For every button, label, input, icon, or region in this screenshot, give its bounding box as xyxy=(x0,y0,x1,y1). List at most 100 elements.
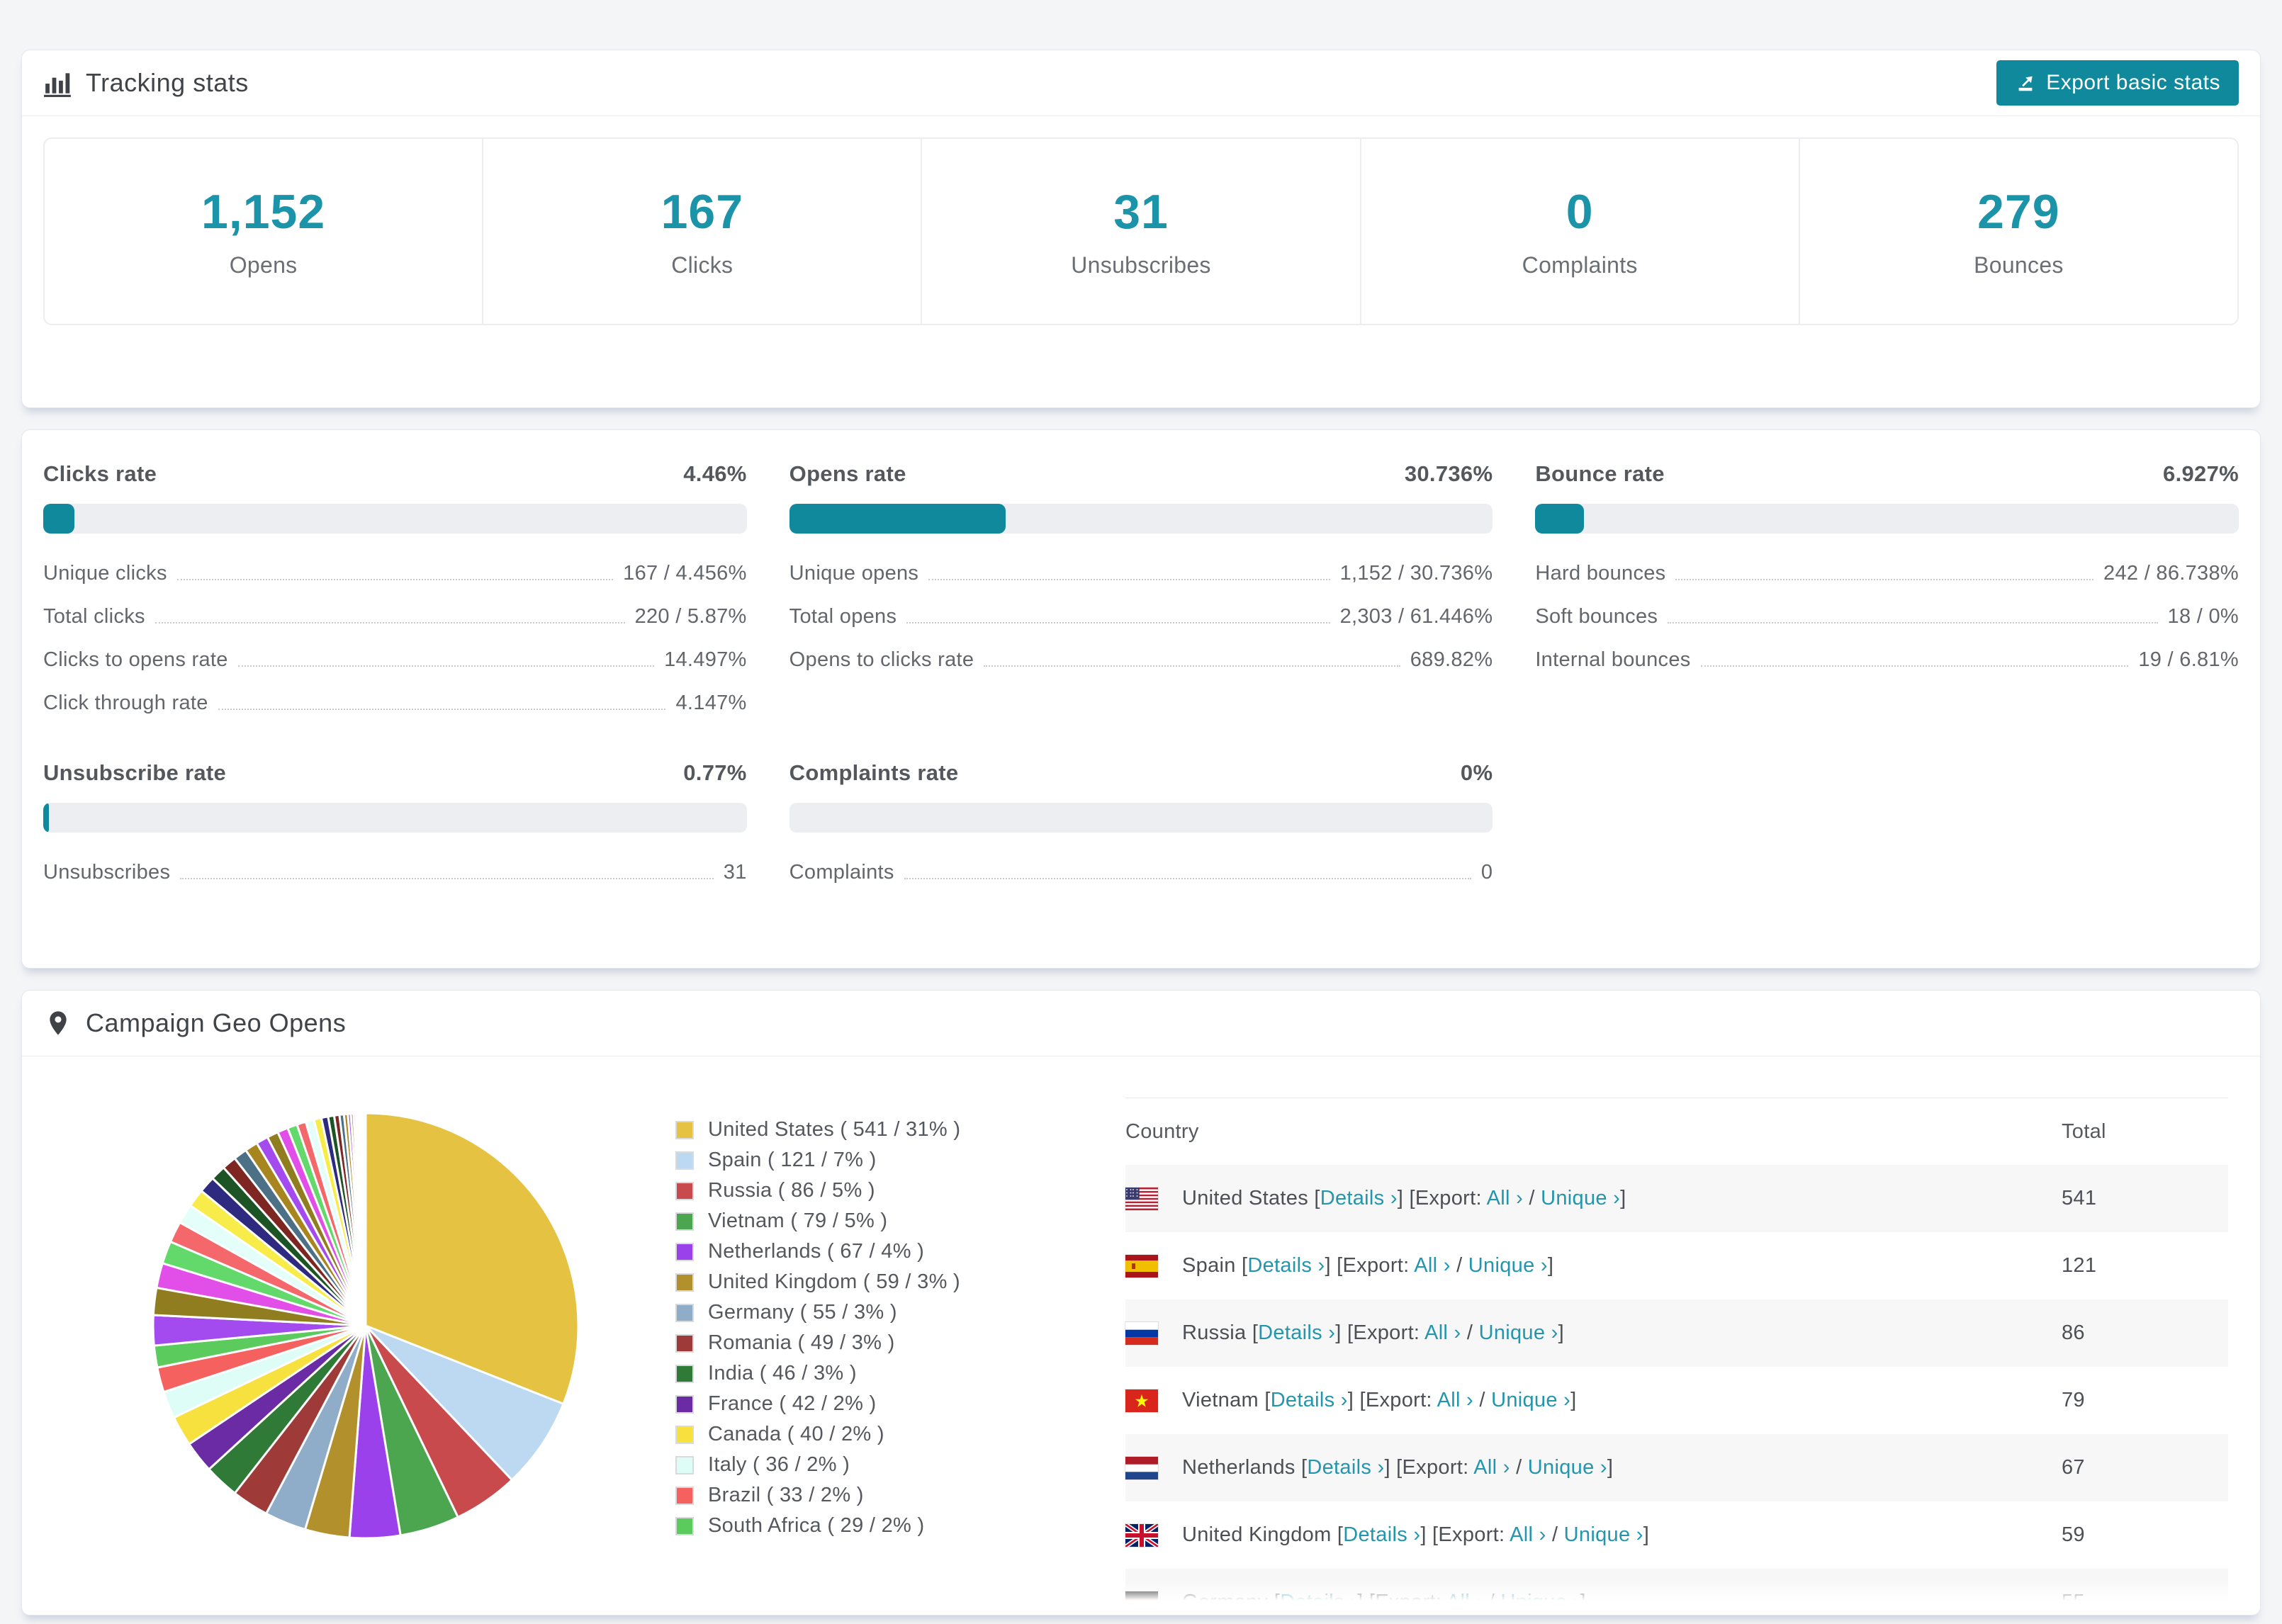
export-unique-link[interactable]: Unique › xyxy=(1479,1321,1558,1344)
map-pin-icon xyxy=(43,1008,73,1038)
table-row-ru: Russia [Details ›] [Export: All › / Uniq… xyxy=(1125,1299,2228,1367)
details-link[interactable]: Details › xyxy=(1343,1523,1420,1546)
column-header-country: Country xyxy=(1125,1120,1199,1143)
legend-label: Canada ( 40 / 2% ) xyxy=(708,1423,884,1445)
rate-row-label: Clicks to opens rate xyxy=(43,648,228,671)
legend-item-south-africa[interactable]: South Africa ( 29 / 2% ) xyxy=(675,1511,1072,1541)
stat-value: 0 xyxy=(1566,185,1594,239)
country-cell: Netherlands [Details ›] [Export: All › /… xyxy=(1125,1456,2062,1479)
legend-item-india[interactable]: India ( 46 / 3% ) xyxy=(675,1358,1072,1389)
legend-swatch xyxy=(675,1212,694,1231)
stat-value: 1,152 xyxy=(201,185,326,239)
rate-value: 0% xyxy=(1460,760,1493,785)
legend-item-russia[interactable]: Russia ( 86 / 5% ) xyxy=(675,1175,1072,1206)
details-link[interactable]: Details › xyxy=(1247,1254,1325,1277)
rate-row-label: Complaints xyxy=(789,861,894,884)
stat-label: Complaints xyxy=(1522,252,1638,278)
dotted-leader xyxy=(906,622,1330,624)
legend-swatch xyxy=(675,1364,694,1383)
legend-label: South Africa ( 29 / 2% ) xyxy=(708,1514,925,1537)
legend-label: Netherlands ( 67 / 4% ) xyxy=(708,1240,925,1263)
export-unique-link[interactable]: Unique › xyxy=(1528,1456,1607,1479)
export-all-link[interactable]: All › xyxy=(1487,1187,1523,1209)
rate-row-label: Unsubscribes xyxy=(43,861,171,884)
details-link[interactable]: Details › xyxy=(1307,1456,1384,1479)
rate-row-value: 220 / 5.87% xyxy=(634,605,747,628)
geo-opens-card: Campaign Geo Opens United States ( 541 /… xyxy=(21,990,2261,1615)
table-row-es: Spain [Details ›] [Export: All › / Uniqu… xyxy=(1125,1232,2228,1299)
export-unique-link[interactable]: Unique › xyxy=(1541,1187,1620,1209)
country-text: United States [Details ›] [Export: All ›… xyxy=(1182,1187,1626,1209)
export-unique-link[interactable]: Unique › xyxy=(1468,1254,1548,1277)
export-all-link[interactable]: All › xyxy=(1473,1456,1510,1479)
rate-title: Bounce rate xyxy=(1535,461,1665,486)
legend-item-france[interactable]: France ( 42 / 2% ) xyxy=(675,1389,1072,1419)
legend-label: Romania ( 49 / 3% ) xyxy=(708,1331,895,1354)
legend-label: United States ( 541 / 31% ) xyxy=(708,1118,961,1141)
rate-block-unsubscribe-rate: Unsubscribe rate 0.77% Unsubscribes 31 xyxy=(43,760,747,884)
geo-table-header: Country Total xyxy=(1125,1098,2228,1165)
export-all-link[interactable]: All › xyxy=(1510,1523,1546,1546)
legend-item-united-states[interactable]: United States ( 541 / 31% ) xyxy=(675,1115,1072,1145)
stat-label: Opens xyxy=(229,252,298,278)
rate-row-value: 689.82% xyxy=(1410,648,1493,671)
legend-label: France ( 42 / 2% ) xyxy=(708,1392,877,1415)
export-unique-link[interactable]: Unique › xyxy=(1500,1591,1580,1613)
legend-item-united-kingdom[interactable]: United Kingdom ( 59 / 3% ) xyxy=(675,1267,1072,1297)
flag-gb xyxy=(1125,1523,1158,1547)
legend-item-italy[interactable]: Italy ( 36 / 2% ) xyxy=(675,1450,1072,1480)
rate-row-label: Total clicks xyxy=(43,605,145,628)
legend-item-brazil[interactable]: Brazil ( 33 / 2% ) xyxy=(675,1480,1072,1511)
rate-block-bounce-rate: Bounce rate 6.927% Hard bounces 242 / 86.73… xyxy=(1535,461,2239,715)
country-name: United States xyxy=(1182,1187,1315,1209)
legend-item-netherlands[interactable]: Netherlands ( 67 / 4% ) xyxy=(675,1236,1072,1267)
export-basic-stats-button[interactable]: Export basic stats xyxy=(1996,60,2239,106)
progress-bar-track xyxy=(789,504,1493,534)
legend-swatch xyxy=(675,1516,694,1535)
export-all-link[interactable]: All › xyxy=(1437,1389,1473,1411)
legend-item-canada[interactable]: Canada ( 40 / 2% ) xyxy=(675,1419,1072,1450)
export-all-link[interactable]: All › xyxy=(1424,1321,1461,1344)
export-all-link[interactable]: All › xyxy=(1414,1254,1450,1277)
export-unique-link[interactable]: Unique › xyxy=(1564,1523,1643,1546)
rate-value: 4.46% xyxy=(683,461,747,486)
rate-head: Opens rate 30.736% xyxy=(789,461,1493,487)
rate-row: Unique clicks 167 / 4.456% xyxy=(43,562,747,585)
progress-bar-track xyxy=(789,803,1493,833)
country-name: Netherlands xyxy=(1182,1456,1302,1479)
summary-stat-bounces: 279 Bounces xyxy=(1800,139,2237,324)
legend-swatch xyxy=(675,1333,694,1353)
legend-item-romania[interactable]: Romania ( 49 / 3% ) xyxy=(675,1328,1072,1358)
legend-item-spain[interactable]: Spain ( 121 / 7% ) xyxy=(675,1145,1072,1175)
rate-rows: Complaints 0 xyxy=(789,861,1493,884)
rate-row-value: 1,152 / 30.736% xyxy=(1339,562,1493,585)
country-cell: Spain [Details ›] [Export: All › / Uniqu… xyxy=(1125,1254,2062,1278)
rate-row-label: Unique opens xyxy=(789,562,919,585)
country-text: Vietnam [Details ›] [Export: All › / Uni… xyxy=(1182,1389,1577,1411)
details-link[interactable]: Details › xyxy=(1280,1591,1357,1613)
rate-head: Complaints rate 0% xyxy=(789,760,1493,786)
details-link[interactable]: Details › xyxy=(1258,1321,1335,1344)
export-unique-link[interactable]: Unique › xyxy=(1491,1389,1570,1411)
rate-row-label: Unique clicks xyxy=(43,562,167,585)
export-all-link[interactable]: All › xyxy=(1446,1591,1483,1613)
rate-row-label: Internal bounces xyxy=(1535,648,1691,671)
legend-item-germany[interactable]: Germany ( 55 / 3% ) xyxy=(675,1297,1072,1328)
stat-label: Unsubscribes xyxy=(1071,252,1211,278)
details-link[interactable]: Details › xyxy=(1271,1389,1348,1411)
geo-pie-chart xyxy=(146,1106,585,1545)
legend-label: Vietnam ( 79 / 5% ) xyxy=(708,1209,888,1232)
flag-us xyxy=(1125,1187,1158,1210)
summary-stat-unsubscribes: 31 Unsubscribes xyxy=(922,139,1361,324)
rate-value: 6.927% xyxy=(2163,461,2239,486)
total-cell: 55 xyxy=(2062,1591,2085,1613)
legend-item-vietnam[interactable]: Vietnam ( 79 / 5% ) xyxy=(675,1206,1072,1236)
geo-country-table: Country Total United States [Details ›] [E… xyxy=(1125,1098,2228,1615)
rate-row-label: Click through rate xyxy=(43,692,208,714)
export-button-label: Export basic stats xyxy=(2046,71,2220,94)
rate-rows: Unsubscribes 31 xyxy=(43,861,747,884)
table-row-vn: Vietnam [Details ›] [Export: All › / Uni… xyxy=(1125,1367,2228,1434)
details-link[interactable]: Details › xyxy=(1320,1187,1398,1209)
country-name: Vietnam xyxy=(1182,1389,1265,1411)
rate-row-value: 4.147% xyxy=(675,692,747,714)
